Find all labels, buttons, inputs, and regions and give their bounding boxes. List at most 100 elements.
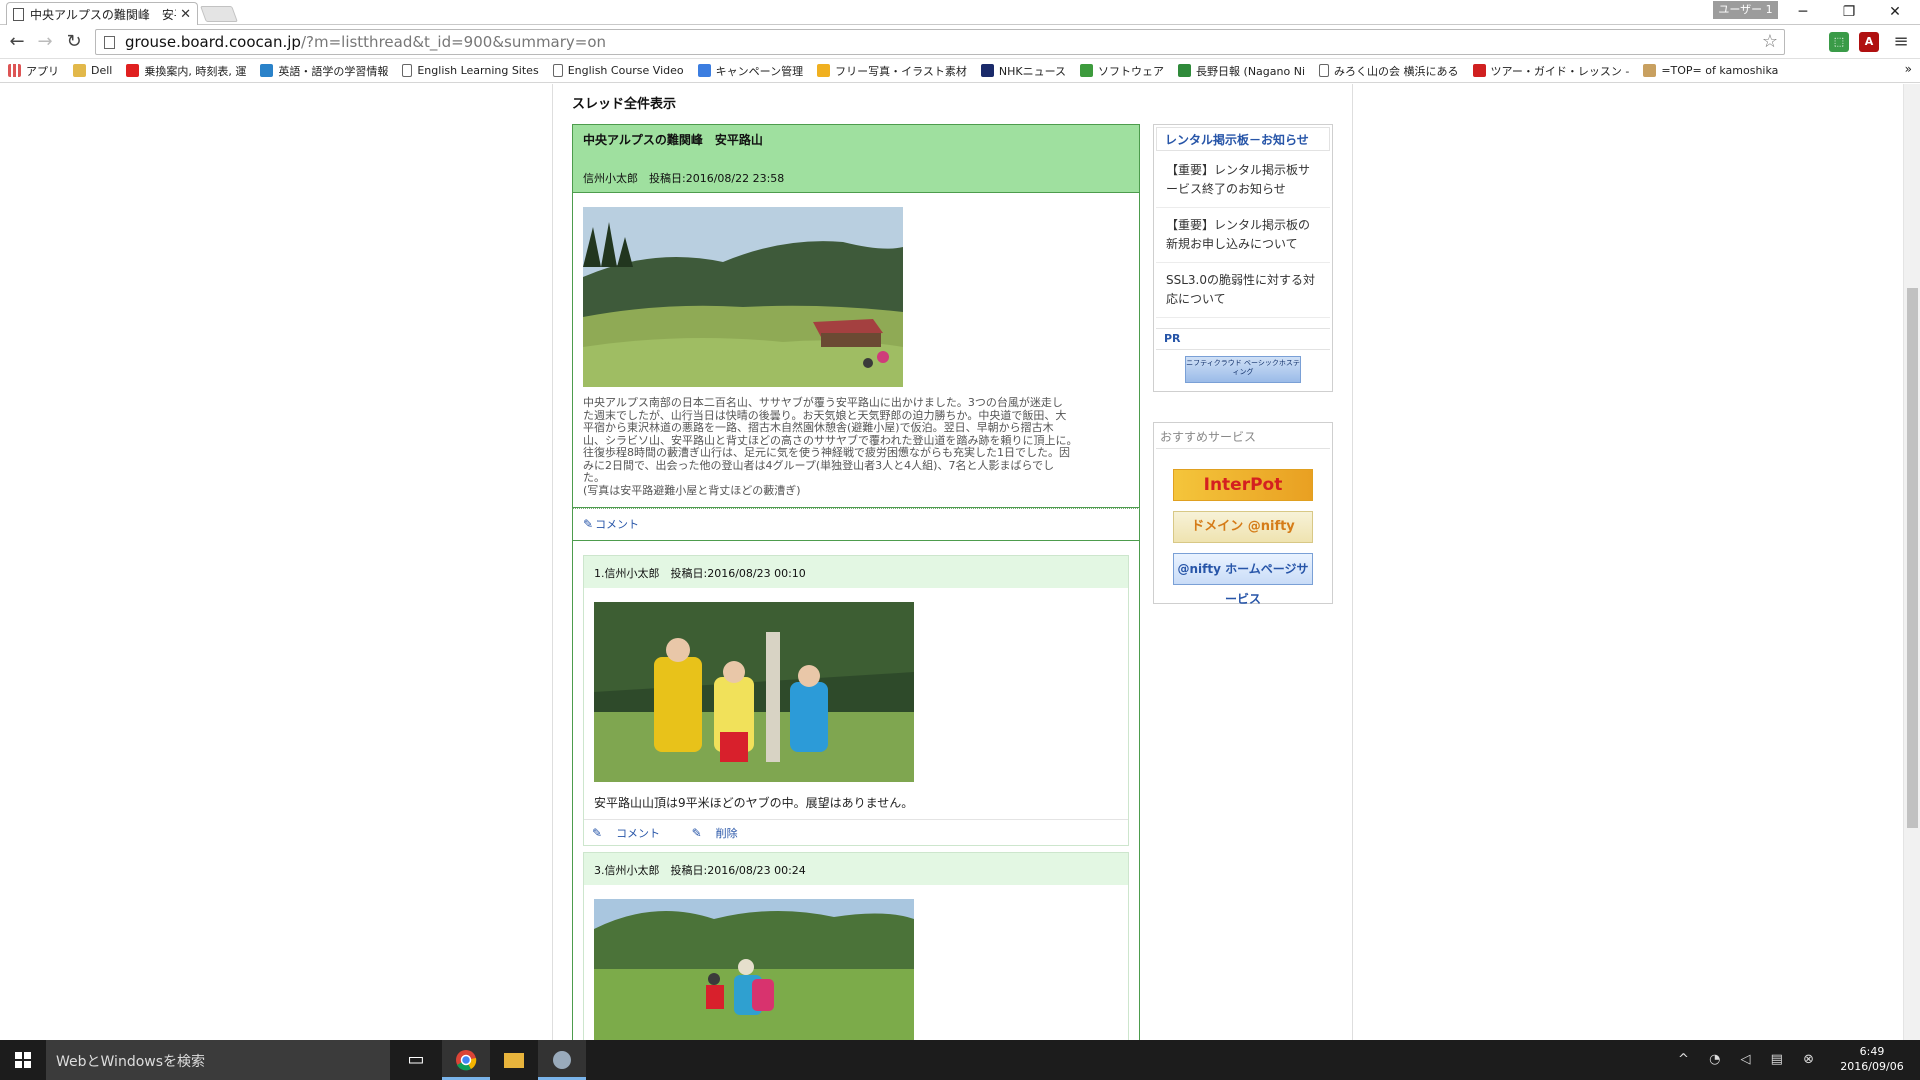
- bookmark-item[interactable]: English Learning Sites: [402, 64, 539, 77]
- pencil-icon: ✎: [592, 826, 603, 840]
- minimize-button[interactable]: ─: [1780, 0, 1826, 25]
- bookmark-item[interactable]: 乗換案内, 時刻表, 運: [126, 63, 246, 79]
- post-text-line: (写真は安平路避難小屋と背丈ほどの藪漕ぎ): [583, 483, 801, 497]
- photo-icon: [817, 64, 831, 77]
- apps-icon: [8, 64, 21, 77]
- reply-photo-bamboo[interactable]: [594, 899, 914, 1040]
- sidebar-notices: レンタル掲示板－お知らせ 【重要】レンタル掲示板サービス終了のお知らせ 【重要】…: [1153, 124, 1333, 392]
- bookmarks-bar: アプリ Dell 乗換案内, 時刻表, 運 英語・語学の学習情報 English Lea…: [0, 59, 1920, 83]
- reply-item: 3.信州小太郎 投稿日:2016/08/23 00:24: [583, 852, 1129, 1040]
- extension-evernote-icon[interactable]: ⬚: [1829, 32, 1849, 52]
- bookmark-item[interactable]: アプリ: [8, 63, 59, 79]
- url-host: grouse.board.coocan.jp: [125, 33, 301, 51]
- tour-icon: [1472, 64, 1486, 77]
- page-icon: [1319, 64, 1329, 77]
- homepage-service-banner[interactable]: @nifty ホームページサービス: [1173, 553, 1313, 606]
- bookmark-star-icon[interactable]: ☆: [1762, 30, 1778, 54]
- bookmark-item[interactable]: 長野日報 (Nagano Ni: [1178, 63, 1305, 79]
- page-viewport: スレッド全件表示 中央アルプスの難関峰 安平路山 信州小太郎 投稿日:2016/…: [0, 84, 1920, 1040]
- bookmark-item[interactable]: English Course Video: [552, 64, 684, 77]
- reply-photo-summit[interactable]: [594, 602, 914, 782]
- pr-banner-nifty-cloud[interactable]: ニフティクラウド ベーシックホスティング: [1185, 356, 1301, 383]
- bookmark-item[interactable]: ソフトウェア: [1080, 63, 1164, 79]
- domain-nifty-banner[interactable]: ドメイン @nifty: [1173, 511, 1313, 543]
- post-text-line: た。: [583, 471, 605, 484]
- bookmark-item[interactable]: みろく山の会 横浜にある: [1319, 63, 1459, 79]
- scrollbar-thumb[interactable]: [1907, 288, 1918, 828]
- reply-delete-link[interactable]: 削除: [716, 827, 738, 840]
- post-photo-hut[interactable]: [583, 207, 903, 387]
- bookmark-item[interactable]: キャンペーン管理: [697, 63, 804, 79]
- reply-body: [584, 885, 1128, 1040]
- bookmark-label: English Course Video: [567, 64, 684, 77]
- chrome-menu-icon[interactable]: ≡: [1890, 31, 1912, 53]
- page-icon: [552, 64, 563, 77]
- notice-item[interactable]: 【重要】レンタル掲示板サービス終了のお知らせ: [1156, 153, 1330, 208]
- post-header: 中央アルプスの難関峰 安平路山 信州小太郎 投稿日:2016/08/22 23:…: [572, 124, 1140, 193]
- reply-comment-link[interactable]: コメント: [616, 827, 660, 840]
- ej-icon: [260, 64, 274, 77]
- profile-badge[interactable]: ユーザー 1: [1713, 1, 1778, 19]
- new-tab-button[interactable]: [200, 6, 238, 22]
- bookmark-item[interactable]: =TOP= of kamoshika: [1643, 64, 1778, 77]
- clock-time: 6:49: [1859, 1045, 1885, 1058]
- tab-title: 中央アルプスの難関峰 安平: [30, 7, 177, 22]
- tab-close-icon[interactable]: ✕: [180, 7, 191, 22]
- reply-meta: 1.信州小太郎 投稿日:2016/08/23 00:10: [584, 556, 1128, 588]
- chrome-taskbar-icon[interactable]: [442, 1040, 490, 1080]
- reply-actions: ✎ コメント ✎ 削除: [584, 819, 1128, 845]
- bookmark-label: NHKニュース: [998, 64, 1067, 78]
- system-tray[interactable]: ^ ◔ ◁ ▤ ⊗: [1678, 1052, 1822, 1067]
- kamoshika-icon: [1643, 64, 1657, 77]
- post-actions: ✎ コメント: [572, 508, 1140, 541]
- thread-heading: スレッド全件表示: [572, 97, 677, 112]
- page-info-icon[interactable]: [104, 35, 115, 49]
- post-text-line: みに2日間で、出会った他の登山者は4グループ(単独登山者3人と4人組)、7名と人…: [583, 458, 1055, 472]
- url-path: /?m=listthread&t_id=900&summary=on: [300, 33, 607, 51]
- forward-icon[interactable]: →: [34, 31, 56, 53]
- bookmark-label: キャンペーン管理: [715, 64, 804, 78]
- browser-tab-active[interactable]: 中央アルプスの難関峰 安平 ✕: [6, 2, 198, 25]
- adwords-icon: [697, 64, 711, 77]
- post-comment-link[interactable]: コメント: [595, 518, 639, 531]
- reload-icon[interactable]: ↻: [63, 31, 85, 53]
- sidebar-recommend: おすすめサービス InterPot ドメイン @nifty @nifty ホーム…: [1153, 422, 1333, 606]
- bookmark-item[interactable]: ツアー・ガイド・レッスン -: [1472, 63, 1629, 79]
- interpot-banner[interactable]: InterPot: [1173, 469, 1313, 501]
- nhk-icon: [980, 64, 994, 77]
- bookmarks-overflow-button[interactable]: »: [1905, 62, 1912, 76]
- bookmark-label: アプリ: [26, 64, 59, 78]
- notice-item[interactable]: 【重要】レンタル掲示板の新規お申し込みについて: [1156, 208, 1330, 263]
- delete-icon: ✎: [691, 826, 702, 840]
- bookmark-item[interactable]: 英語・語学の学習情報: [260, 63, 388, 79]
- notice-item[interactable]: SSL3.0の脆弱性に対する対応について: [1156, 263, 1330, 318]
- windows-logo-icon: [15, 1052, 31, 1068]
- bookmark-item[interactable]: Dell: [73, 64, 112, 77]
- start-button[interactable]: [0, 1040, 46, 1080]
- reply-item: 1.信州小太郎 投稿日:2016/08/23 00:10 安平路山山頂は9平米ほ…: [583, 555, 1129, 846]
- bookmark-item[interactable]: NHKニュース: [980, 63, 1067, 79]
- reply-body: 安平路山山頂は9平米ほどのヤブの中。展望はありません。: [584, 588, 1128, 819]
- notice-title: レンタル掲示板－お知らせ: [1156, 127, 1330, 151]
- reply-meta: 3.信州小太郎 投稿日:2016/08/23 00:24: [584, 853, 1128, 885]
- chrome-icon: [456, 1050, 477, 1071]
- pencil-icon: ✎: [583, 517, 594, 531]
- back-icon[interactable]: ←: [6, 31, 28, 53]
- bookmark-label: Dell: [91, 64, 113, 77]
- extension-acrobat-icon[interactable]: A: [1859, 32, 1879, 52]
- taskbar-search-input[interactable]: WebとWindowsを検索: [46, 1040, 390, 1080]
- folder-icon: [73, 64, 86, 77]
- bookmark-item[interactable]: フリー写真・イラスト素材: [817, 63, 967, 79]
- bookmark-label: ソフトウェア: [1098, 64, 1165, 78]
- app-taskbar-icon[interactable]: [538, 1040, 586, 1080]
- browser-toolbar: ← → ↻ grouse.board.coocan.jp/?m=listthre…: [0, 25, 1920, 59]
- task-view-icon[interactable]: ▭: [392, 1040, 440, 1080]
- taskbar-clock[interactable]: 6:49 2016/09/06: [1832, 1044, 1912, 1074]
- page-scrollbar[interactable]: [1903, 84, 1920, 1040]
- post-meta: 信州小太郎 投稿日:2016/08/22 23:58: [583, 172, 785, 185]
- reply-list: 1.信州小太郎 投稿日:2016/08/23 00:10 安平路山山頂は9平米ほ…: [572, 541, 1140, 1040]
- address-bar[interactable]: grouse.board.coocan.jp/?m=listthread&t_i…: [95, 29, 1785, 55]
- file-explorer-icon[interactable]: [490, 1040, 538, 1080]
- restore-button[interactable]: ❐: [1826, 0, 1872, 25]
- close-window-button[interactable]: ✕: [1872, 0, 1918, 25]
